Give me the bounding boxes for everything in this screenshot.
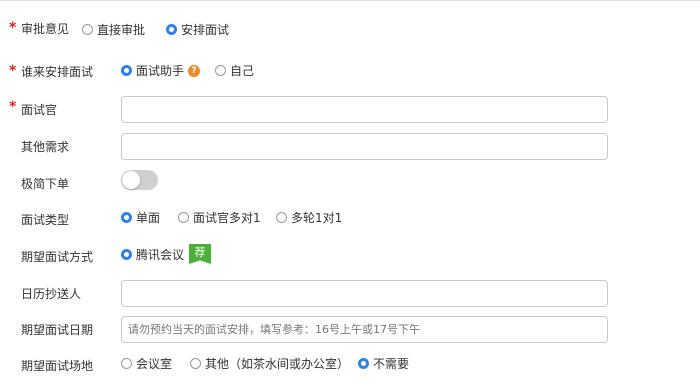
- radio-indicator[interactable]: [121, 65, 132, 76]
- radio-indicator[interactable]: [358, 358, 369, 369]
- radio-indicator[interactable]: [178, 212, 189, 223]
- arranger-row: * 谁来安排面试 面试助手 ? 自己: [0, 59, 700, 79]
- radio-arrange-interview[interactable]: 安排面试: [166, 21, 229, 38]
- interviewer-row: * 面试官: [0, 96, 700, 123]
- calendar-cc-label: 日历抄送人: [21, 287, 82, 301]
- radio-label: 腾讯会议: [136, 247, 185, 262]
- interview-date-input[interactable]: 请勿预约当天的面试安排，填写参考：16号上午或17号下午: [121, 316, 608, 343]
- toggle-knob: [122, 171, 140, 189]
- radio-indicator[interactable]: [121, 212, 132, 223]
- radio-label: 单面: [136, 211, 161, 225]
- interview-date-label: 期望面试日期: [21, 323, 94, 337]
- radio-indicator[interactable]: [82, 24, 93, 35]
- radio-label: 直接审批: [97, 23, 146, 37]
- interview-method-row: 期望面试方式 腾讯会议 荐: [0, 243, 700, 265]
- radio-label: 不需要: [373, 357, 410, 371]
- simple-order-row: 极简下单: [0, 170, 700, 192]
- interview-location-label: 期望面试场地: [21, 359, 94, 373]
- required-star: *: [9, 99, 17, 115]
- radio-indicator[interactable]: [190, 358, 201, 369]
- interview-type-row: 面试类型 单面 面试官多对1 多轮1对1: [0, 207, 700, 227]
- radio-not-needed[interactable]: 不需要: [358, 355, 409, 372]
- interview-type-label: 面试类型: [21, 213, 70, 227]
- radio-interview-assistant[interactable]: 面试助手 ?: [121, 62, 201, 79]
- radio-indicator[interactable]: [166, 24, 177, 35]
- calendar-cc-row: 日历抄送人: [0, 280, 700, 307]
- radio-label: 自己: [230, 64, 255, 78]
- radio-single-interview[interactable]: 单面: [121, 209, 160, 226]
- arranger-label: 谁来安排面试: [21, 65, 94, 79]
- radio-direct-approval[interactable]: 直接审批: [82, 21, 145, 38]
- radio-self[interactable]: 自己: [215, 62, 254, 79]
- calendar-cc-input[interactable]: [121, 280, 608, 307]
- simple-order-toggle[interactable]: [121, 170, 158, 190]
- radio-label: 面试助手: [136, 64, 185, 78]
- top-divider: [0, 0, 700, 1]
- radio-label: 其他（如茶水间或办公室）: [205, 357, 350, 371]
- other-needs-row: 其他需求: [0, 133, 700, 160]
- radio-label: 面试官多对1: [193, 211, 261, 225]
- approval-row: * 审批意见 直接审批 安排面试: [0, 18, 700, 38]
- radio-indicator[interactable]: [121, 248, 132, 260]
- interview-method-label: 期望面试方式: [21, 250, 94, 264]
- required-star: *: [9, 63, 17, 79]
- approval-label: 审批意见: [21, 22, 70, 36]
- radio-meeting-room[interactable]: 会议室: [121, 355, 172, 372]
- radio-other-location[interactable]: 其他（如茶水间或办公室）: [190, 355, 349, 372]
- other-needs-input[interactable]: [121, 133, 608, 160]
- interviewer-input[interactable]: [121, 96, 608, 123]
- interview-location-row: 期望面试场地 会议室 其他（如茶水间或办公室） 不需要: [0, 353, 700, 373]
- radio-indicator[interactable]: [215, 65, 226, 76]
- interviewer-label: 面试官: [21, 103, 58, 117]
- radio-multi-interviewers[interactable]: 面试官多对1: [178, 209, 261, 226]
- recommend-badge: 荐: [189, 244, 212, 264]
- help-icon[interactable]: ?: [188, 64, 201, 77]
- radio-label: 多轮1对1: [291, 211, 343, 225]
- radio-multi-round[interactable]: 多轮1对1: [276, 209, 342, 226]
- radio-indicator[interactable]: [121, 358, 132, 369]
- radio-label: 安排面试: [181, 23, 230, 37]
- other-needs-label: 其他需求: [21, 140, 70, 154]
- radio-label: 会议室: [136, 357, 173, 371]
- radio-indicator[interactable]: [276, 212, 287, 223]
- required-star: *: [9, 20, 17, 36]
- interview-date-row: 期望面试日期 请勿预约当天的面试安排，填写参考：16号上午或17号下午: [0, 316, 700, 343]
- simple-order-label: 极简下单: [21, 177, 70, 191]
- radio-tencent-meeting[interactable]: 腾讯会议 荐: [121, 244, 212, 264]
